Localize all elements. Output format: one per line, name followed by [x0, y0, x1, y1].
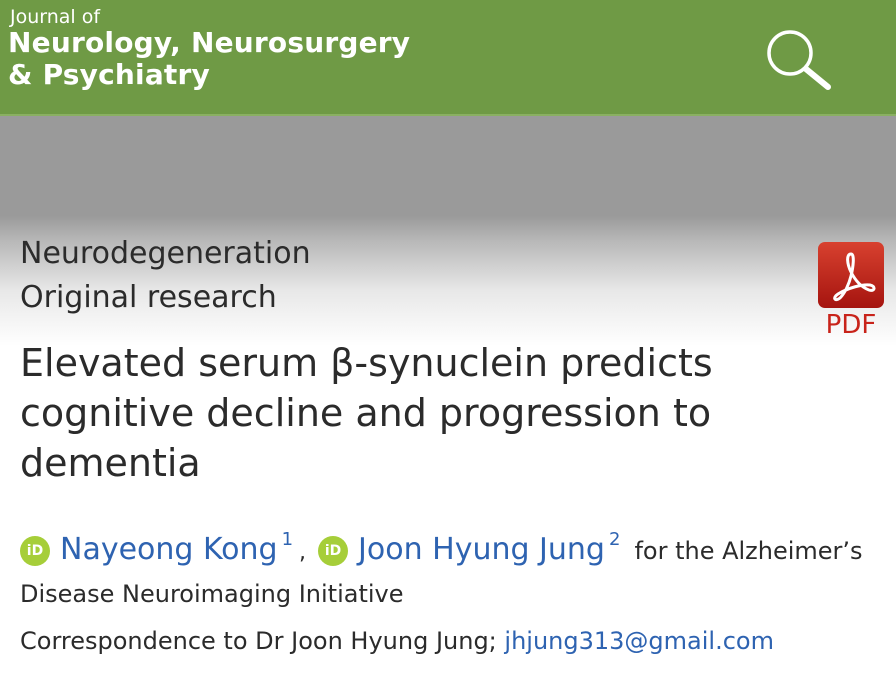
orcid-icon[interactable]: iD: [318, 536, 349, 566]
adobe-pdf-icon: [818, 242, 884, 308]
article-title: Elevated serum β-synuclein predicts cogn…: [20, 341, 713, 485]
journal-title-line-2: & Psychiatry: [8, 58, 210, 91]
author-link[interactable]: Joon Hyung Jung: [358, 532, 605, 567]
group-author-name: Disease Neuroimaging Initiative: [20, 580, 404, 608]
search-icon: [767, 30, 831, 90]
correspondence: Correspondence to Dr Joon Hyung Jung; jh…: [20, 624, 774, 658]
search-button[interactable]: [762, 26, 832, 92]
author-list: iD Nayeong Kong 1, iD Joon Hyung Jung 2 for th…: [20, 520, 863, 573]
affiliation-marker[interactable]: 1: [282, 529, 293, 550]
correspondence-email-link[interactable]: jhjung313@gmail.com: [504, 627, 774, 655]
journal-title-line-1: Neurology, Neurosurgery: [8, 26, 411, 59]
author-separator: ,: [299, 540, 307, 565]
affiliation-marker[interactable]: 2: [609, 529, 620, 550]
correspondence-text: Correspondence to Dr Joon Hyung Jung;: [20, 627, 497, 655]
group-author-prefix: for the Alzheimer’s: [634, 537, 863, 565]
orcid-icon[interactable]: iD: [20, 536, 50, 566]
journal-header: Journal of Neurology, Neurosurgery & Psy…: [0, 0, 896, 114]
article-type: Original research: [20, 280, 277, 315]
article-section: Neurodegeneration: [20, 236, 311, 271]
author-link[interactable]: Nayeong Kong: [60, 532, 278, 567]
pdf-download-button[interactable]: PDF: [818, 242, 884, 340]
pdf-label: PDF: [825, 310, 877, 340]
journal-prefix: Journal of: [10, 6, 101, 28]
journal-title[interactable]: Neurology, Neurosurgery & Psychiatry: [8, 27, 410, 91]
